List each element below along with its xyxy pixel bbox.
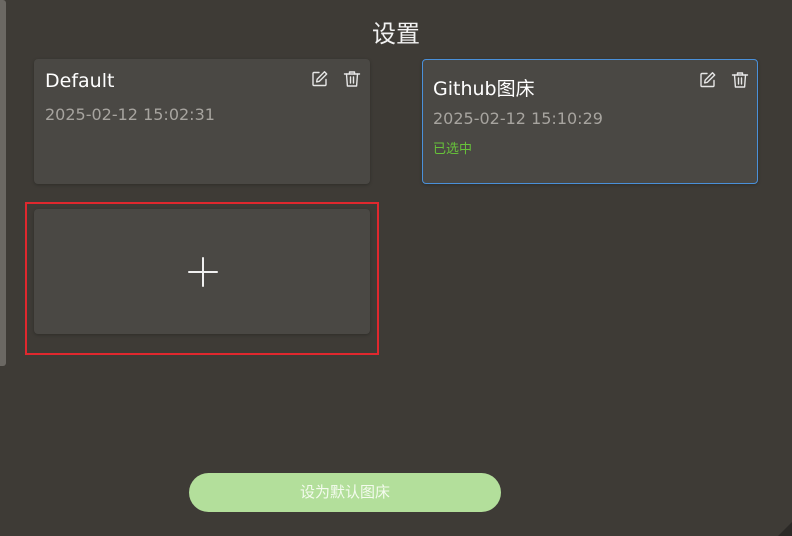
set-default-button[interactable]: 设为默认图床 bbox=[189, 473, 501, 512]
card-name: Github图床 bbox=[433, 78, 535, 100]
page-title: 设置 bbox=[372, 20, 420, 48]
edit-icon[interactable] bbox=[699, 71, 717, 89]
card-date: 2025-02-12 15:10:29 bbox=[433, 109, 603, 128]
card-date: 2025-02-12 15:02:31 bbox=[45, 105, 215, 124]
image-host-card-github[interactable]: Github图床 2025-02-12 15:10:29 已选中 bbox=[422, 59, 758, 184]
edit-icon[interactable] bbox=[311, 70, 329, 88]
card-name: Default bbox=[45, 70, 115, 92]
settings-panel: 设置 Default 2025-02-12 15:02:31 Github图床 … bbox=[0, 0, 792, 536]
add-image-host-button[interactable] bbox=[34, 209, 370, 334]
selected-badge: 已选中 bbox=[433, 142, 473, 157]
trash-icon[interactable] bbox=[343, 70, 361, 88]
trash-icon[interactable] bbox=[731, 71, 749, 89]
scrollbar-thumb[interactable] bbox=[0, 0, 6, 366]
window-corner bbox=[778, 522, 792, 536]
image-host-card-default[interactable]: Default 2025-02-12 15:02:31 bbox=[34, 59, 370, 184]
plus-icon bbox=[188, 257, 218, 287]
